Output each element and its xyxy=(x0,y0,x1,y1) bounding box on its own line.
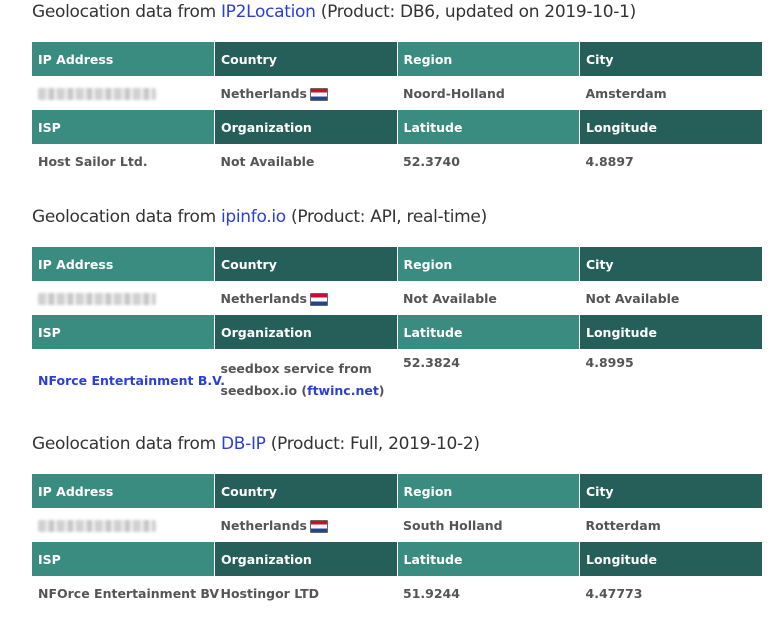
col-header-country: Country xyxy=(214,42,397,76)
redacted-ip xyxy=(38,88,156,100)
country-cell: Netherlands xyxy=(215,281,398,315)
col-header-country: Country xyxy=(214,474,397,508)
col-header-region: Region xyxy=(396,474,580,508)
col-header-isp: ISP xyxy=(32,542,215,576)
latitude-value: 52.3740 xyxy=(403,153,460,169)
table-header-row: IP Address Country Region City xyxy=(32,42,762,76)
col-header-isp: ISP xyxy=(32,315,215,349)
heading-prefix: Geolocation data from xyxy=(32,207,221,227)
provider-link-dbip[interactable]: DB-IP xyxy=(221,434,266,454)
geo-table: IP Address Country Region City Netherlan… xyxy=(32,42,762,178)
table-row: Netherlands South Holland Rotterdam xyxy=(32,508,762,542)
netherlands-flag-icon xyxy=(309,292,328,306)
organization-suffix: ) xyxy=(378,383,385,398)
col-header-ip: IP Address xyxy=(32,474,215,508)
region-value: South Holland xyxy=(403,517,503,533)
table-row: Netherlands Not Available Not Available xyxy=(32,281,762,315)
city-value: Not Available xyxy=(585,290,680,306)
country-value: Netherlands xyxy=(220,517,307,533)
isp-value: NFOrce Entertainment BV xyxy=(38,585,220,601)
col-header-region: Region xyxy=(396,247,580,281)
region-value: Not Available xyxy=(403,290,497,306)
section-heading: Geolocation data from IP2Location (Produ… xyxy=(32,0,762,24)
ip-cell xyxy=(32,76,215,110)
redacted-ip xyxy=(38,293,156,305)
col-header-latitude: Latitude xyxy=(396,110,580,144)
heading-suffix: (Product: Full, 2019-10-2) xyxy=(265,434,480,454)
ip-cell xyxy=(32,508,215,542)
table-header-row: IP Address Country Region City xyxy=(32,474,762,508)
table-header-row: ISP Organization Latitude Longitude xyxy=(32,110,762,144)
section-ipinfo: Geolocation data from ipinfo.io (Product… xyxy=(32,205,762,411)
country-value: Netherlands xyxy=(220,85,307,101)
col-header-region: Region xyxy=(396,42,580,76)
latitude-value: 52.3824 xyxy=(403,355,460,370)
geo-table: IP Address Country Region City Netherlan… xyxy=(32,474,762,610)
heading-suffix: (Product: DB6, updated on 2019-10-1) xyxy=(315,2,636,22)
latitude-value: 51.9244 xyxy=(403,585,460,601)
col-header-city: City xyxy=(579,42,762,76)
organization-link[interactable]: ftwinc.net xyxy=(307,383,379,398)
city-value: Rotterdam xyxy=(585,517,661,533)
col-header-city: City xyxy=(579,474,762,508)
col-header-organization: Organization xyxy=(214,315,397,349)
col-header-organization: Organization xyxy=(214,110,397,144)
col-header-longitude: Longitude xyxy=(579,110,762,144)
country-cell: Netherlands xyxy=(215,508,398,542)
organization-value: Not Available xyxy=(220,153,315,169)
organization-value: Hostingor LTD xyxy=(220,585,320,601)
col-header-latitude: Latitude xyxy=(396,542,580,576)
organization-cell: seedbox service from seedbox.io (ftwinc.… xyxy=(215,349,398,411)
section-heading: Geolocation data from DB-IP (Product: Fu… xyxy=(32,432,762,456)
heading-suffix: (Product: API, real-time) xyxy=(285,207,487,227)
ip-cell xyxy=(32,281,215,315)
city-value: Amsterdam xyxy=(585,85,667,101)
section-heading: Geolocation data from ipinfo.io (Product… xyxy=(32,205,762,229)
table-row: NForce Entertainment B.V. seedbox servic… xyxy=(32,349,762,411)
table-row: Netherlands Noord-Holland Amsterdam xyxy=(32,76,762,110)
table-row: Host Sailor Ltd. Not Available 52.3740 4… xyxy=(32,144,762,178)
col-header-longitude: Longitude xyxy=(579,315,762,349)
col-header-isp: ISP xyxy=(32,110,215,144)
col-header-city: City xyxy=(579,247,762,281)
provider-link-ipinfo[interactable]: ipinfo.io xyxy=(221,207,286,227)
col-header-longitude: Longitude xyxy=(579,542,762,576)
isp-value: Host Sailor Ltd. xyxy=(38,153,148,169)
longitude-value: 4.47773 xyxy=(585,585,643,601)
longitude-value: 4.8897 xyxy=(585,153,634,169)
redacted-ip xyxy=(38,520,156,532)
table-row: NFOrce Entertainment BV Hostingor LTD 51… xyxy=(32,576,762,610)
table-header-row: ISP Organization Latitude Longitude xyxy=(32,542,762,576)
heading-prefix: Geolocation data from xyxy=(32,2,221,22)
col-header-ip: IP Address xyxy=(32,42,215,76)
geo-table: IP Address Country Region City Netherlan… xyxy=(32,247,762,411)
col-header-country: Country xyxy=(214,247,397,281)
col-header-latitude: Latitude xyxy=(396,315,580,349)
col-header-organization: Organization xyxy=(214,542,397,576)
isp-link[interactable]: NForce Entertainment B.V. xyxy=(38,373,225,388)
section-ip2location: Geolocation data from IP2Location (Produ… xyxy=(32,0,762,178)
provider-link-ip2location[interactable]: IP2Location xyxy=(221,2,316,22)
heading-prefix: Geolocation data from xyxy=(32,434,221,454)
country-value: Netherlands xyxy=(220,290,307,306)
table-header-row: IP Address Country Region City xyxy=(32,247,762,281)
isp-cell: NForce Entertainment B.V. xyxy=(32,349,225,411)
country-cell: Netherlands xyxy=(215,76,398,110)
longitude-value: 4.8995 xyxy=(585,355,634,370)
region-value: Noord-Holland xyxy=(403,85,505,101)
netherlands-flag-icon xyxy=(309,519,328,533)
table-header-row: ISP Organization Latitude Longitude xyxy=(32,315,762,349)
section-dbip: Geolocation data from DB-IP (Product: Fu… xyxy=(32,432,762,610)
netherlands-flag-icon xyxy=(309,87,328,101)
col-header-ip: IP Address xyxy=(32,247,215,281)
